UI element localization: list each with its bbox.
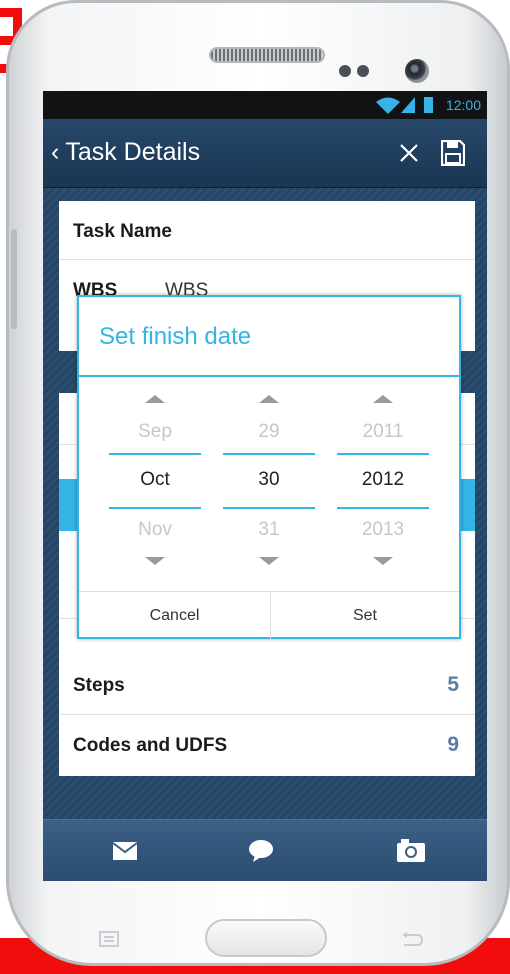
earpiece-speaker [209, 47, 325, 63]
save-icon[interactable] [441, 140, 465, 166]
month-selection-line-bottom [109, 507, 201, 509]
hardware-nav [9, 891, 510, 961]
dialog-button-bar: Cancel Set [79, 591, 459, 640]
month-current[interactable]: Oct [95, 469, 215, 491]
year-current[interactable]: 2012 [323, 469, 443, 491]
month-selection-line-top [109, 453, 201, 455]
screen: 12:00 ‹ Task Details Task Name WBS WBS S… [43, 91, 487, 881]
dialog-title: Set finish date [99, 323, 252, 350]
wifi-icon [376, 97, 400, 114]
month-decrement-arrow-icon[interactable] [145, 557, 165, 565]
day-decrement-arrow-icon[interactable] [259, 557, 279, 565]
steps-label: Steps [73, 675, 125, 696]
front-camera [405, 59, 429, 83]
cancel-button[interactable]: Cancel [79, 592, 271, 640]
month-next[interactable]: Nov [95, 519, 215, 541]
month-picker[interactable]: Sep Oct Nov [95, 381, 215, 569]
camera-icon[interactable] [397, 838, 425, 862]
year-increment-arrow-icon[interactable] [373, 395, 393, 403]
month-prev[interactable]: Sep [95, 421, 215, 443]
day-current[interactable]: 30 [209, 469, 329, 491]
year-next[interactable]: 2013 [323, 519, 443, 541]
steps-count: 5 [447, 673, 459, 696]
mail-icon[interactable] [113, 842, 137, 860]
month-increment-arrow-icon[interactable] [145, 395, 165, 403]
battery-icon [424, 97, 433, 113]
year-picker[interactable]: 2011 2012 2013 [323, 381, 443, 569]
status-bar: 12:00 [43, 91, 487, 119]
close-icon[interactable] [399, 143, 419, 163]
day-selection-line-bottom [223, 507, 315, 509]
back-key-icon[interactable] [401, 931, 423, 947]
year-selection-line-top [337, 453, 429, 455]
task-name-label: Task Name [73, 221, 172, 242]
steps-row[interactable]: Steps 5 [59, 655, 475, 715]
year-decrement-arrow-icon[interactable] [373, 557, 393, 565]
codes-count: 9 [447, 733, 459, 756]
codes-row[interactable]: Codes and UDFS 9 [59, 715, 475, 776]
day-picker[interactable]: 29 30 31 [209, 381, 329, 569]
phone-frame: 12:00 ‹ Task Details Task Name WBS WBS S… [6, 0, 510, 966]
chat-icon[interactable] [249, 840, 273, 862]
signal-icon [401, 97, 415, 113]
page-title: Task Details [65, 138, 201, 166]
back-chevron-icon: ‹ [51, 138, 60, 166]
year-selection-line-bottom [337, 507, 429, 509]
sensor-right [357, 65, 369, 77]
bottom-action-bar [43, 819, 487, 881]
dialog-title-divider [79, 375, 459, 377]
volume-key [11, 229, 17, 329]
day-prev[interactable]: 29 [209, 421, 329, 443]
home-button[interactable] [205, 919, 327, 957]
task-name-row[interactable]: Task Name [59, 201, 475, 260]
codes-label: Codes and UDFS [73, 735, 228, 756]
day-increment-arrow-icon[interactable] [259, 395, 279, 403]
year-prev[interactable]: 2011 [323, 421, 443, 443]
action-bar: ‹ Task Details [43, 119, 487, 188]
day-next[interactable]: 31 [209, 519, 329, 541]
day-selection-line-top [223, 453, 315, 455]
menu-key-icon[interactable] [99, 931, 119, 947]
set-finish-date-dialog: Set finish date Sep Oct Nov 29 30 31 201… [77, 295, 461, 640]
sensor-left [339, 65, 351, 77]
set-button[interactable]: Set [271, 592, 459, 640]
back-title-button[interactable]: ‹ Task Details [51, 138, 200, 167]
status-time: 12:00 [445, 97, 481, 113]
